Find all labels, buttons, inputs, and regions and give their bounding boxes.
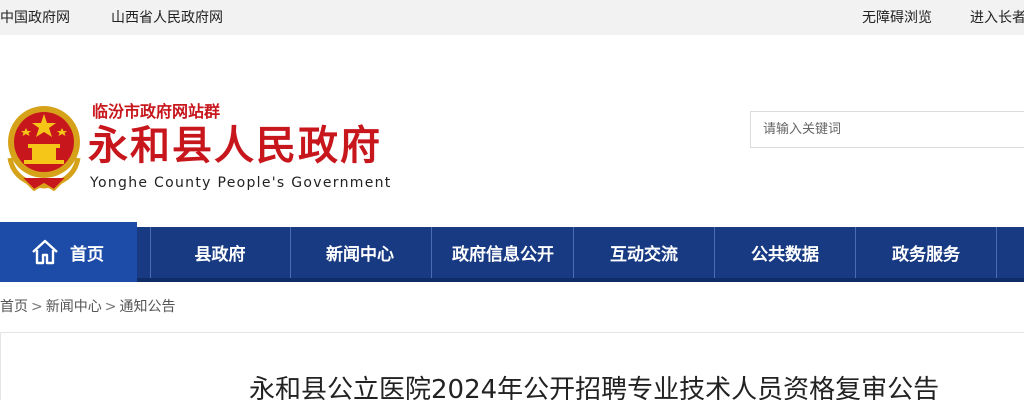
nav-divider (573, 227, 574, 278)
nav-divider (855, 227, 856, 278)
nav-home-label: 首页 (70, 244, 104, 265)
site-subtitle-en: Yonghe County People's Government (90, 175, 392, 191)
nav-item-county-gov[interactable]: 县政府 (151, 227, 289, 278)
nav-divider (714, 227, 715, 278)
nav-item-home[interactable]: 首页 (0, 222, 137, 282)
link-china-gov[interactable]: 中国政府网 (0, 7, 70, 27)
home-icon (32, 239, 58, 265)
link-accessibility[interactable]: 无障碍浏览 (862, 7, 932, 27)
national-emblem-icon (7, 106, 81, 192)
breadcrumb-news[interactable]: 新闻中心 (46, 299, 102, 315)
nav-item-news[interactable]: 新闻中心 (291, 227, 429, 278)
main-nav: 首页 县政府 新闻中心 政府信息公开 互动交流 公共数据 政务服务 (0, 222, 1024, 282)
top-bar: 中国政府网 山西省人民政府网 无障碍浏览 进入长者 (0, 0, 1024, 35)
nav-divider (996, 227, 997, 278)
link-elderly-mode[interactable]: 进入长者 (970, 7, 1024, 27)
nav-item-info-disclosure[interactable]: 政府信息公开 (434, 227, 572, 278)
nav-divider (431, 227, 432, 278)
breadcrumb-notices[interactable]: 通知公告 (119, 299, 175, 315)
nav-item-interaction[interactable]: 互动交流 (575, 227, 713, 278)
site-group-label: 临汾市政府网站群 (92, 102, 221, 121)
link-shanxi-gov[interactable]: 山西省人民政府网 (111, 7, 223, 27)
breadcrumb: 首页 > 新闻中心 > 通知公告 (0, 296, 175, 316)
breadcrumb-separator: > (104, 299, 117, 315)
nav-item-public-data[interactable]: 公共数据 (716, 227, 854, 278)
breadcrumb-home[interactable]: 首页 (0, 299, 28, 315)
search-box (750, 111, 1024, 148)
article-title: 永和县公立医院2024年公开招聘专业技术人员资格复审公告 (249, 375, 940, 400)
site-title: 永和县人民政府 (88, 122, 382, 169)
breadcrumb-separator: > (31, 299, 43, 315)
article-panel: 永和县公立医院2024年公开招聘专业技术人员资格复审公告 (0, 332, 1024, 400)
nav-item-gov-services[interactable]: 政务服务 (857, 227, 995, 278)
search-input[interactable] (763, 122, 1024, 137)
